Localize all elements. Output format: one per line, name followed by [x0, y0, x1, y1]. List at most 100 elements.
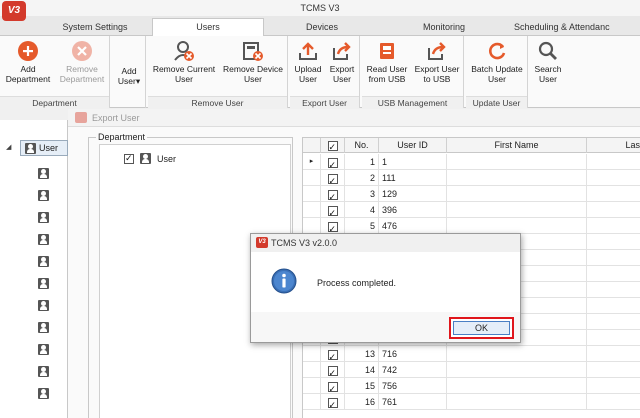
cell-first-name	[447, 170, 587, 186]
cell-first-name	[447, 394, 587, 410]
user-icon	[139, 153, 151, 165]
remove-circle-icon	[72, 41, 92, 61]
export-icon	[333, 42, 351, 60]
table-row[interactable]: 14 742	[303, 362, 640, 381]
user-icon[interactable]	[38, 256, 49, 267]
row-checkbox[interactable]	[327, 189, 338, 205]
row-checkbox[interactable]	[327, 397, 338, 413]
ribbon-tabs: System Settings Users Devices Monitoring…	[0, 16, 640, 37]
ok-button-label: OK	[453, 321, 510, 335]
grid-header-no[interactable]: No.	[345, 138, 379, 153]
cell-no: 14	[345, 362, 379, 378]
user-icon[interactable]	[38, 388, 49, 399]
user-icon[interactable]	[38, 300, 49, 311]
user-icon[interactable]	[38, 344, 49, 355]
app-logo: V3	[2, 1, 26, 21]
dialog-title-bar: V3 TCMS V3 v2.0.0	[251, 234, 520, 252]
cell-first-name	[447, 202, 587, 218]
grid-header-last-name[interactable]: Las	[587, 138, 640, 153]
table-row[interactable]: 2 111	[303, 170, 640, 189]
search-user-button[interactable]: Search User	[531, 38, 565, 94]
grid-header-first-name[interactable]: First Name	[447, 138, 587, 153]
cell-no: 2	[345, 170, 379, 186]
department-item-user[interactable]: User	[124, 153, 176, 165]
tree-node-user[interactable]: User	[20, 140, 68, 156]
tab-monitoring[interactable]: Monitoring	[392, 19, 496, 36]
export-user-to-usb-button[interactable]: Export User to USB	[411, 38, 463, 94]
read-user-from-usb-button[interactable]: Read User from USB	[363, 38, 411, 94]
tab-users[interactable]: Users	[152, 18, 264, 37]
cell-user-id: 1	[379, 154, 447, 170]
table-row[interactable]: 3 129	[303, 186, 640, 205]
group-remove-user: Remove Current User Remove Device User R…	[148, 36, 288, 108]
export-user-button[interactable]: Export User	[325, 38, 359, 94]
grid-header-user-id[interactable]: User ID	[379, 138, 447, 153]
cell-no: 5	[345, 218, 379, 234]
table-row[interactable]: 5 476	[303, 218, 640, 237]
group-usb-management: Read User from USB Export User to USB US…	[362, 36, 464, 108]
upload-user-button[interactable]: Upload User	[291, 38, 325, 94]
cell-no: 1	[345, 154, 379, 170]
cell-user-id: 761	[379, 394, 447, 410]
row-checkbox[interactable]	[327, 221, 338, 237]
export-user-title-bar: Export User	[68, 109, 640, 127]
table-row[interactable]: 16 761	[303, 394, 640, 413]
upload-icon	[299, 42, 317, 60]
remove-department-button[interactable]: Remove Department	[56, 38, 108, 94]
cell-first-name	[447, 378, 587, 394]
user-tree-panel: ◢ User	[0, 120, 68, 418]
cell-user-id: 129	[379, 186, 447, 202]
add-circle-icon	[18, 41, 38, 61]
row-checkbox[interactable]	[327, 205, 338, 221]
row-checkbox[interactable]	[327, 349, 338, 365]
remove-device-user-button[interactable]: Remove Device User	[220, 38, 286, 94]
cell-user-id: 742	[379, 362, 447, 378]
cell-user-id: 716	[379, 346, 447, 362]
tab-scheduling-attendance[interactable]: Scheduling & Attendanc	[508, 19, 640, 36]
cell-first-name	[447, 218, 587, 234]
table-row[interactable]: ▸ 1 1	[303, 154, 640, 173]
info-icon	[271, 268, 297, 294]
grid-header-select-all	[321, 138, 345, 155]
remove-user-icon	[174, 41, 194, 61]
group-label-remove-user: Remove User	[148, 96, 287, 108]
add-department-button[interactable]: Add Department	[2, 38, 54, 94]
cell-first-name	[447, 186, 587, 202]
process-completed-dialog: V3 TCMS V3 v2.0.0 Process completed. OK	[250, 233, 521, 343]
row-checkbox[interactable]	[327, 381, 338, 397]
cell-user-id: 111	[379, 170, 447, 186]
user-icon[interactable]	[38, 168, 49, 179]
table-row[interactable]: 15 756	[303, 378, 640, 397]
user-icon[interactable]	[38, 190, 49, 201]
row-checkbox[interactable]	[327, 173, 338, 189]
table-row[interactable]: 13 716	[303, 346, 640, 365]
user-icon[interactable]	[38, 212, 49, 223]
usb-export-icon	[428, 42, 446, 60]
group-department: Add Department Remove Department Departm…	[0, 36, 110, 108]
ok-button[interactable]: OK	[449, 317, 514, 339]
user-icon[interactable]	[38, 322, 49, 333]
table-row[interactable]: 4 396	[303, 202, 640, 221]
dialog-body: Process completed.	[251, 252, 520, 312]
cell-no: 16	[345, 394, 379, 410]
group-label-update-user: Update User	[466, 96, 527, 108]
cell-no: 4	[345, 202, 379, 218]
remove-current-user-button[interactable]: Remove Current User	[149, 38, 219, 94]
user-icon	[25, 143, 36, 154]
select-all-checkbox[interactable]	[327, 140, 338, 155]
user-icon[interactable]	[38, 366, 49, 377]
group-label-export-user: Export User	[290, 96, 359, 108]
user-icon[interactable]	[38, 278, 49, 289]
group-update-user: Batch Update User Update User	[466, 36, 528, 108]
row-checkbox[interactable]	[327, 157, 338, 173]
batch-update-user-button[interactable]: Batch Update User	[467, 38, 527, 94]
refresh-icon	[489, 42, 506, 60]
group-export-user: Upload User Export User Export User	[290, 36, 360, 108]
expand-arrow-icon[interactable]: ◢	[6, 143, 11, 151]
row-checkbox[interactable]	[327, 365, 338, 381]
group-label-department: Department	[0, 96, 109, 108]
tab-devices[interactable]: Devices	[270, 19, 374, 36]
tab-system-settings[interactable]: System Settings	[40, 19, 150, 36]
department-checkbox[interactable]	[124, 153, 134, 164]
user-icon[interactable]	[38, 234, 49, 245]
